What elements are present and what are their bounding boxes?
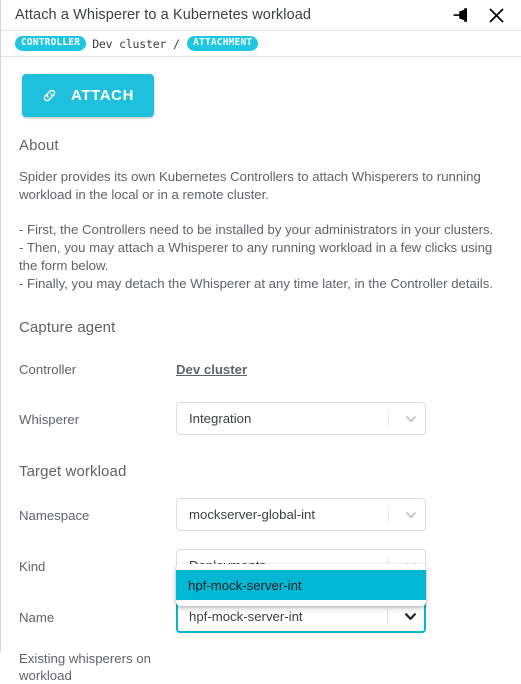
whisperer-row: Whisperer Integration <box>19 402 503 435</box>
breadcrumb: CONTROLLER Dev cluster / ATTACHMENT <box>1 31 521 57</box>
about-paragraph: Spider provides its own Kubernetes Contr… <box>19 169 481 202</box>
namespace-label: Namespace <box>19 507 90 523</box>
close-icon[interactable] <box>485 4 507 26</box>
attach-whisperer-panel: Attach a Whisperer to a Kubernetes workl… <box>0 0 521 683</box>
panel-titlebar: Attach a Whisperer to a Kubernetes workl… <box>1 0 521 31</box>
breadcrumb-chip-attachment[interactable]: ATTACHMENT <box>187 36 259 51</box>
breadcrumb-cluster-name[interactable]: Dev cluster <box>92 37 166 51</box>
capture-agent-heading: Capture agent <box>19 319 116 336</box>
controller-value-link[interactable]: Dev cluster <box>176 362 247 377</box>
breadcrumb-separator: / <box>173 36 181 51</box>
kind-label: Kind <box>19 558 46 574</box>
controller-label: Controller <box>19 362 77 377</box>
about-bullet-list: - First, the Controllers need to be inst… <box>19 221 503 293</box>
breadcrumb-chip-controller[interactable]: CONTROLLER <box>15 36 87 51</box>
namespace-select-value: mockserver-global-int <box>189 507 316 522</box>
namespace-row: Namespace mockserver-global-int <box>19 498 503 531</box>
chevron-down-icon <box>396 609 424 624</box>
about-bullet-3: - Finally, you may detach the Whisperer … <box>19 276 493 291</box>
target-workload-heading: Target workload <box>19 463 127 480</box>
about-bullet-2: - Then, you may attach a Whisperer to an… <box>19 240 493 273</box>
chevron-down-icon <box>397 412 425 426</box>
titlebar-actions <box>451 4 507 26</box>
name-dropdown-option[interactable]: hpf-mock-server-int <box>176 570 426 600</box>
controller-row: Controller Dev cluster <box>19 354 503 384</box>
link-icon <box>40 86 59 105</box>
select-divider <box>387 608 388 625</box>
whisperer-select-value: Integration <box>189 411 252 426</box>
existing-whisperers-row: Existing whisperers on workload <box>19 649 503 684</box>
attach-button[interactable]: ATTACH <box>22 74 155 117</box>
about-heading: About <box>19 137 59 154</box>
chevron-down-icon <box>397 508 425 522</box>
pin-icon[interactable] <box>451 4 473 26</box>
name-select-value: hpf-mock-server-int <box>189 609 303 624</box>
select-divider <box>388 410 389 427</box>
page-title: Attach a Whisperer to a Kubernetes workl… <box>15 7 312 23</box>
name-dropdown-menu: hpf-mock-server-int <box>176 564 426 606</box>
attach-button-label: ATTACH <box>71 87 135 104</box>
whisperer-label: Whisperer <box>19 411 80 427</box>
existing-whisperers-label: Existing whisperers on workload <box>19 651 151 683</box>
namespace-select[interactable]: mockserver-global-int <box>176 498 426 531</box>
name-label: Name <box>19 609 55 625</box>
select-divider <box>388 506 389 523</box>
whisperer-select[interactable]: Integration <box>176 402 426 435</box>
about-bullet-1: - First, the Controllers need to be inst… <box>19 222 494 237</box>
